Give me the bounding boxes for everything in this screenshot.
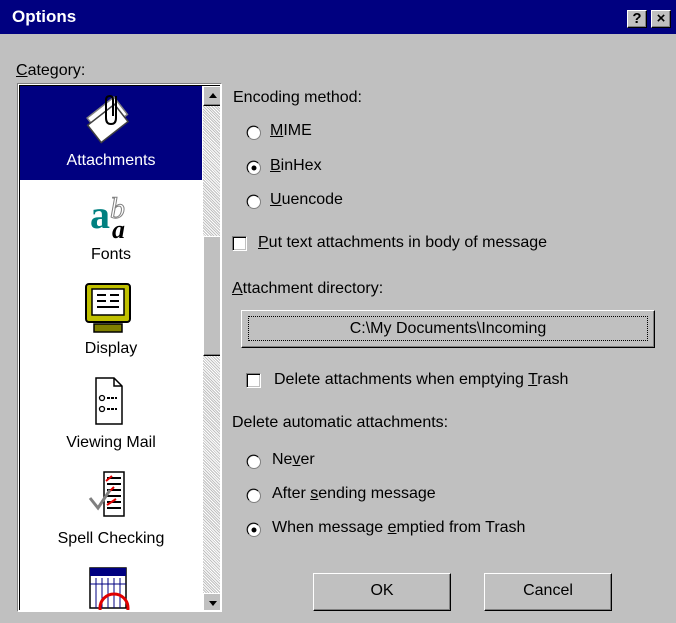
radio-uuencode[interactable] <box>246 194 270 210</box>
category-item-label: Viewing Mail <box>66 434 156 451</box>
radio-after-sending-label: After sending message <box>272 485 436 502</box>
category-item-fonts[interactable]: a b a Fonts <box>20 184 202 278</box>
delete-on-trash-checkbox[interactable] <box>246 373 261 388</box>
put-text-checkbox[interactable] <box>232 236 247 251</box>
paperclip-document-icon <box>86 94 130 144</box>
radio-when-emptied-label: When message emptied from Trash <box>272 519 526 536</box>
help-button[interactable]: ? <box>627 10 647 28</box>
scroll-up-button[interactable] <box>203 86 220 106</box>
svg-text:a: a <box>90 192 110 237</box>
arrow-down-icon <box>209 601 217 606</box>
encoding-method-label: Encoding method: <box>233 89 362 106</box>
close-button[interactable]: × <box>651 10 671 28</box>
arrow-up-icon <box>209 93 217 98</box>
title-bar: Options ? × <box>0 0 676 34</box>
window-title: Options <box>12 7 77 26</box>
radio-never-label: Never <box>272 451 315 468</box>
delete-automatic-label: Delete automatic attachments: <box>232 414 449 431</box>
radio-unchecked-icon <box>246 488 261 503</box>
category-item-attachments[interactable]: Attachments <box>20 86 202 180</box>
category-item-scheduling[interactable] <box>20 560 202 610</box>
radio-when-emptied[interactable] <box>246 522 270 538</box>
category-item-viewing-mail[interactable]: Viewing Mail <box>20 370 202 464</box>
radio-binhex[interactable] <box>246 160 270 176</box>
put-text-label: Put text attachments in body of message <box>258 234 548 251</box>
category-item-label: Spell Checking <box>57 530 165 547</box>
scroll-thumb[interactable] <box>203 236 220 356</box>
fonts-icon: a b a <box>90 192 126 245</box>
category-label: Category: <box>16 62 86 79</box>
attachment-directory-label: Attachment directory: <box>232 280 384 297</box>
scroll-down-button[interactable] <box>203 593 220 610</box>
delete-on-trash-label: Delete attachments when emptying Trash <box>274 371 569 388</box>
mail-list-icon <box>95 377 123 425</box>
radio-after-sending[interactable] <box>246 488 270 504</box>
category-scrollbar[interactable] <box>203 86 220 610</box>
radio-mime[interactable] <box>246 125 270 141</box>
radio-unchecked-icon <box>246 194 261 209</box>
monitor-icon <box>85 283 131 333</box>
radio-uuencode-label: Uuencode <box>270 191 343 208</box>
attachment-directory-value: C:\My Documents\Incoming <box>349 320 547 337</box>
category-item-label: Fonts <box>90 246 131 263</box>
svg-text:a: a <box>112 215 125 244</box>
ok-button[interactable]: OK <box>313 573 451 611</box>
category-item-spell-checking[interactable]: Spell Checking <box>20 464 202 558</box>
category-item-display[interactable]: Display <box>20 278 202 372</box>
radio-checked-icon <box>246 522 261 537</box>
radio-checked-icon <box>246 160 261 175</box>
radio-binhex-label: BinHex <box>270 157 322 174</box>
cancel-button[interactable]: Cancel <box>484 573 612 611</box>
category-list: Attachments a b a Fonts Display Viewing … <box>17 83 222 612</box>
radio-never[interactable] <box>246 454 270 470</box>
radio-unchecked-icon <box>246 454 261 469</box>
category-item-label: Attachments <box>66 152 156 169</box>
attachment-directory-button[interactable]: C:\My Documents\Incoming <box>241 310 655 348</box>
radio-mime-label: MIME <box>270 122 312 139</box>
spell-check-icon <box>88 471 125 517</box>
category-item-label: Display <box>84 340 138 357</box>
radio-unchecked-icon <box>246 125 261 140</box>
calendar-clock-icon <box>89 567 130 610</box>
